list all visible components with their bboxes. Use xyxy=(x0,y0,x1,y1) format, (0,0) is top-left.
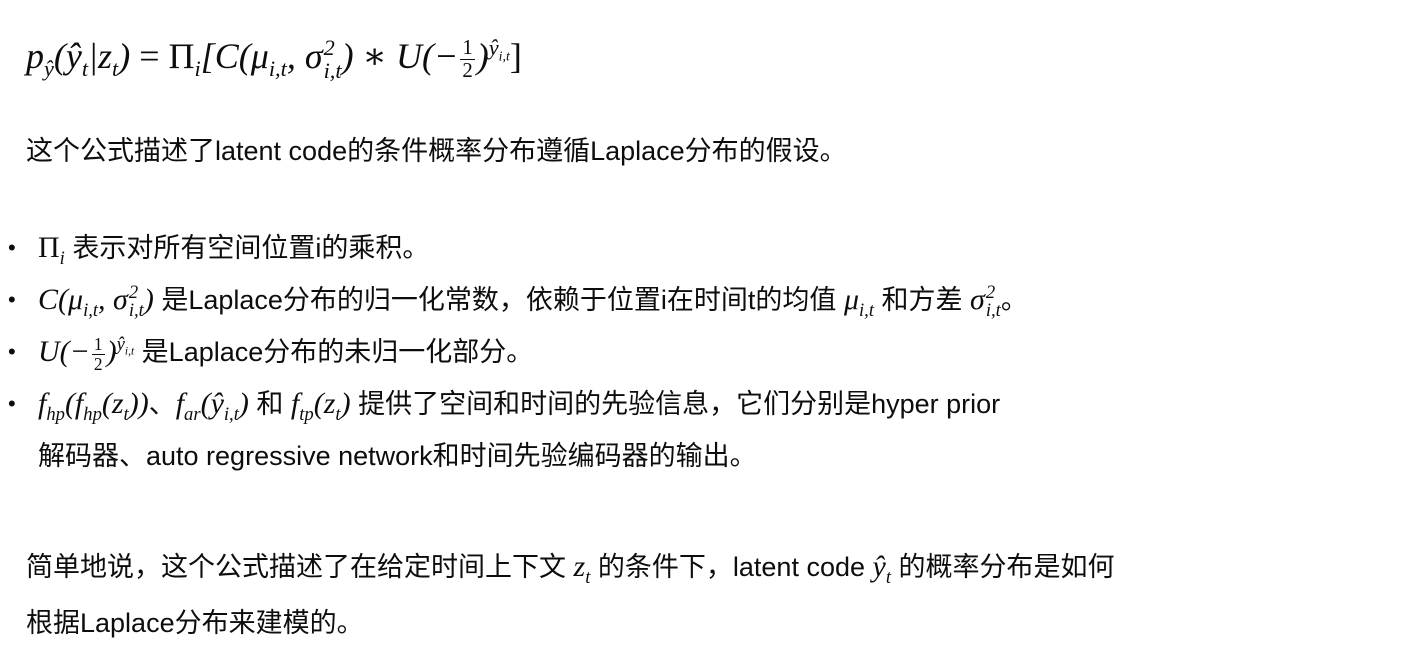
bullet-text: 是Laplace分布的未归一化部分。 xyxy=(141,337,534,367)
bullet-icon: • xyxy=(8,339,16,364)
term-list: • Πi 表示对所有空间位置i的乘积。 • C(μi,t, σ 2 i,t) 是La… xyxy=(0,222,1402,482)
normalizer-expr: C(μi,t, σ 2 i,t) xyxy=(38,281,154,322)
intro-paragraph: 这个公式描述了latent code的条件概率分布遵循Laplace分布的假设。 xyxy=(26,136,847,166)
unnormalized-expr: U(− 1 2)ŷi,t xyxy=(38,334,135,374)
list-item: • U(− 1 2)ŷi,t 是Laplace分布的未归一化部分。 xyxy=(0,326,1402,378)
list-item-continuation: 解码器、auto regressive network和时间先验编码器的输出。 xyxy=(38,441,757,471)
bullet-icon: • xyxy=(8,391,16,416)
bullet-text: 提供了空间和时间的先验信息，它们分别是hyper prior xyxy=(358,389,1001,419)
list-item: • C(μi,t, σ 2 i,t) 是Laplace分布的归一化常数，依赖于位置i… xyxy=(0,274,1402,326)
bullet-text: 是Laplace分布的归一化常数，依赖于位置i在时间t的均值 xyxy=(161,285,837,315)
laplace-formula: pŷ(ŷt|zt) = Πi[C(μi,t, σ 2 i,t) ∗ U(− 1 2)ŷi… xyxy=(26,35,522,83)
summary-line-2: 根据Laplace分布来建模的。 xyxy=(26,608,364,638)
bullet-text: 表示对所有空间位置i的乘积。 xyxy=(72,233,430,263)
bullet-icon: • xyxy=(8,287,16,312)
summary-line-1: 简单地说，这个公式描述了在给定时间上下文 zt 的条件下，latent code… xyxy=(26,550,1115,588)
bullet-icon: • xyxy=(8,235,16,260)
document-page: pŷ(ŷt|zt) = Πi[C(μi,t, σ 2 i,t) ∗ U(− 1 2)ŷi… xyxy=(0,0,1402,654)
list-item: • fhp(fhp(zt))、far(ŷi,t) 和 ftp(zt) 提供了空间… xyxy=(0,378,1402,430)
pi-symbol: Πi xyxy=(38,231,65,269)
list-item: • Πi 表示对所有空间位置i的乘积。 xyxy=(0,222,1402,274)
